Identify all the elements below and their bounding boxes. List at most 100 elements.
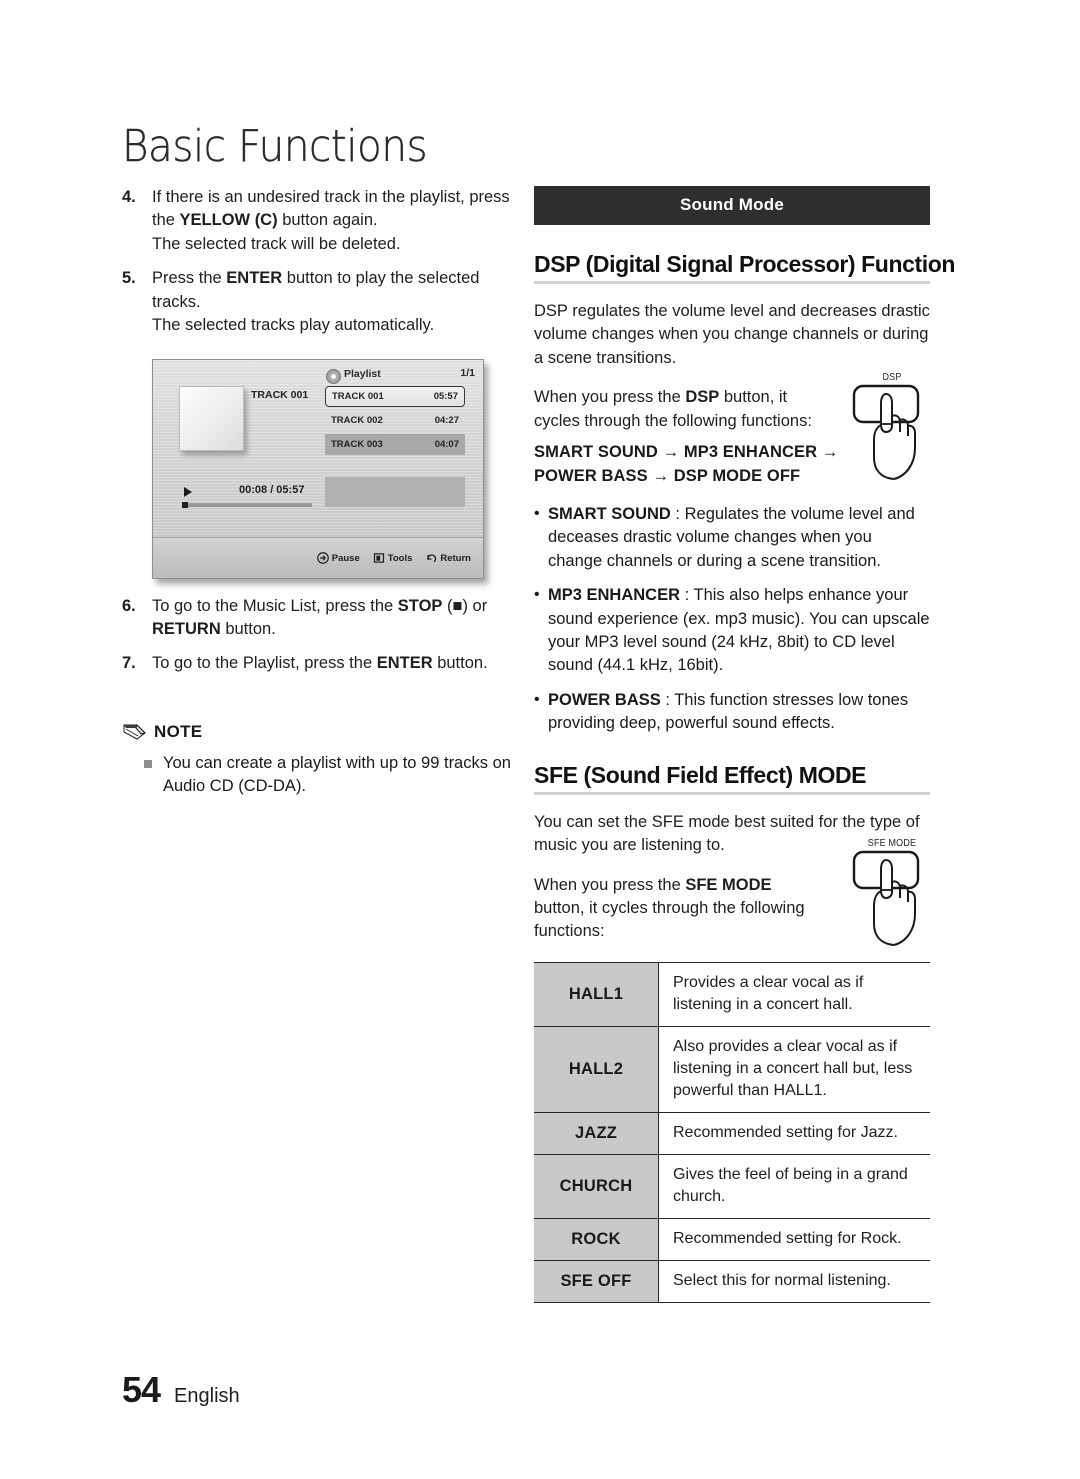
track-list-item[interactable]: TRACK 002 04:27 [325,410,465,431]
sfe-mode-button-illustration: SFE MODE [846,838,938,950]
album-art [179,386,244,451]
table-row: HALL1 Provides a clear vocal as if listen… [534,961,930,1027]
dsp-bullet-list: • SMART SOUND : Regulates the volume leve… [534,503,930,736]
footer-button-pause-label: Pause [331,552,360,564]
page-title: Basic Functions [122,121,428,172]
dsp-bullet-text: SMART SOUND : Regulates the volume level… [548,504,915,570]
disc-icon [326,369,341,384]
screenshot-header: Playlist 1/1 [153,367,483,384]
sfe-mode-name: CHURCH [534,1153,659,1219]
sound-mode-banner: Sound Mode [534,186,930,225]
footer-button-tools-label: Tools [387,552,413,564]
enter-button-icon [316,552,329,564]
return-arrow-icon [427,554,437,563]
footer-button-return-label: Return [440,552,471,564]
bullet-dot-icon: • [534,504,540,522]
step-number: 7. [122,654,136,673]
track-list-empty-slot [325,477,465,507]
page-footer: 54 English [122,1369,240,1411]
note-item: You can create a playlist with up to 99 … [122,752,522,799]
sfe-mode-name: JAZZ [534,1111,659,1155]
now-playing-label: TRACK 001 [251,389,309,401]
note-items: You can create a playlist with up to 99 … [122,752,522,799]
note-bullet-icon [144,759,152,768]
progress-knob[interactable] [182,502,188,508]
steps-list-top: 4. If there is an undesired track in the … [122,186,522,338]
dsp-button-illustration: DSP [846,372,938,484]
note-item-text: You can create a playlist with up to 99 … [163,753,511,796]
sfe-mode-description: Provides a clear vocal as if listening i… [658,961,930,1027]
sfe-mode-name: HALL1 [534,961,659,1027]
track-list[interactable]: TRACK 001 05:57 TRACK 002 04:27 TRACK 003 04:… [325,386,465,510]
track-name: TRACK 001 [332,391,384,402]
bullet-dot-icon: • [534,586,540,604]
sfe-press-instruction: When you press the SFE MODE button, it c… [534,875,805,941]
dsp-button-caption: DSP [882,372,902,383]
footer-button-return[interactable]: Return [425,552,471,564]
sfe-heading: SFE (Sound Field Effect) MODE [534,761,867,788]
dsp-intro: DSP regulates the volume level and decre… [534,302,930,367]
footer-button-tools[interactable]: Tools [373,552,413,564]
dsp-press-instruction: When you press the DSP button, it cycles… [534,388,812,430]
track-list-item[interactable]: TRACK 003 04:07 [325,434,465,455]
sfe-mode-name: ROCK [534,1217,659,1261]
dsp-bullet-text: POWER BASS : This function stresses low … [548,690,909,733]
step-text: Press the ENTER button to play the selec… [152,269,480,335]
numbered-step: 7. To go to the Playlist, press the ENTER… [122,652,522,675]
pencil-icon [123,723,146,740]
right-column: Sound Mode DSP (Digital Signal Processor… [534,186,956,1303]
table-row: ROCK Recommended setting for Rock. [534,1217,930,1261]
track-duration: 05:57 [433,391,458,402]
tools-icon [373,553,384,563]
progress-bar[interactable] [182,503,312,507]
track-duration: 04:27 [434,415,459,426]
step-text: To go to the Playlist, press the ENTER b… [152,654,488,673]
sfe-mode-description: Gives the feel of being in a grand churc… [658,1153,930,1219]
note-title: NOTE [154,721,203,741]
note-heading: NOTE [122,722,522,742]
dsp-bullet-item: • POWER BASS : This function stresses low… [534,689,930,736]
screenshot-main-area: Playlist 1/1 TRACK 001 00:08 / 05:57 TRA… [153,360,483,538]
sfe-mode-description: Also provides a clear vocal as if listen… [658,1025,930,1113]
playlist-screenshot: Playlist 1/1 TRACK 001 00:08 / 05:57 TRA… [152,359,484,579]
table-row: HALL2 Also provides a clear vocal as if l… [534,1025,930,1113]
hand-pressing-button-icon [852,384,920,480]
dsp-bullet-text: MP3 ENHANCER : This also helps enhance y… [548,586,930,675]
dsp-heading: DSP (Digital Signal Processor) Function [534,251,956,277]
track-duration: 04:07 [434,439,459,450]
sfe-heading-rule [534,791,930,795]
track-list-item[interactable]: TRACK 001 05:57 [325,386,465,407]
page-number: 54 [122,1369,161,1410]
step-text: To go to the Music List, press the STOP … [152,596,488,638]
play-icon [184,487,192,497]
track-name: TRACK 002 [331,415,383,426]
sfe-mode-name: HALL2 [534,1025,659,1113]
sfe-button-caption: SFE MODE [867,838,917,849]
sfe-mode-description: Recommended setting for Rock. [658,1217,930,1261]
step-number: 5. [122,269,136,288]
screenshot-footer-bar: Pause Tools Return [153,537,483,578]
steps-list-bottom: 6. To go to the Music List, press the STO… [122,595,522,676]
table-row: JAZZ Recommended setting for Jazz. [534,1111,930,1155]
track-name: TRACK 003 [331,439,383,450]
dsp-heading-rule [534,281,930,284]
hand-pressing-button-icon [852,850,920,946]
dsp-bullet-item: • MP3 ENHANCER : This also helps enhance … [534,584,930,678]
table-row: CHURCH Gives the feel of being in a grand… [534,1153,930,1219]
screenshot-title: Playlist [344,368,381,380]
manual-page: Basic Functions 4. If there is an undesir… [0,0,1080,1479]
sfe-mode-description: Recommended setting for Jazz. [658,1111,930,1155]
step-number: 6. [122,596,136,615]
sfe-mode-table: HALL1 Provides a clear vocal as if listen… [534,961,930,1303]
numbered-step: 4. If there is an undesired track in the … [122,186,522,256]
playback-time: 00:08 / 05:57 [239,484,305,496]
footer-button-pause[interactable]: Pause [316,552,360,564]
screenshot-page-indicator: 1/1 [460,367,475,379]
page-language: English [174,1385,240,1407]
numbered-step: 6. To go to the Music List, press the STO… [122,595,522,642]
sfe-mode-name: SFE OFF [534,1259,659,1303]
sfe-mode-description: Select this for normal listening. [658,1259,930,1303]
numbered-step: 5. Press the ENTER button to play the sel… [122,267,522,337]
bullet-dot-icon: • [534,690,540,708]
dsp-bullet-item: • SMART SOUND : Regulates the volume leve… [534,503,930,573]
